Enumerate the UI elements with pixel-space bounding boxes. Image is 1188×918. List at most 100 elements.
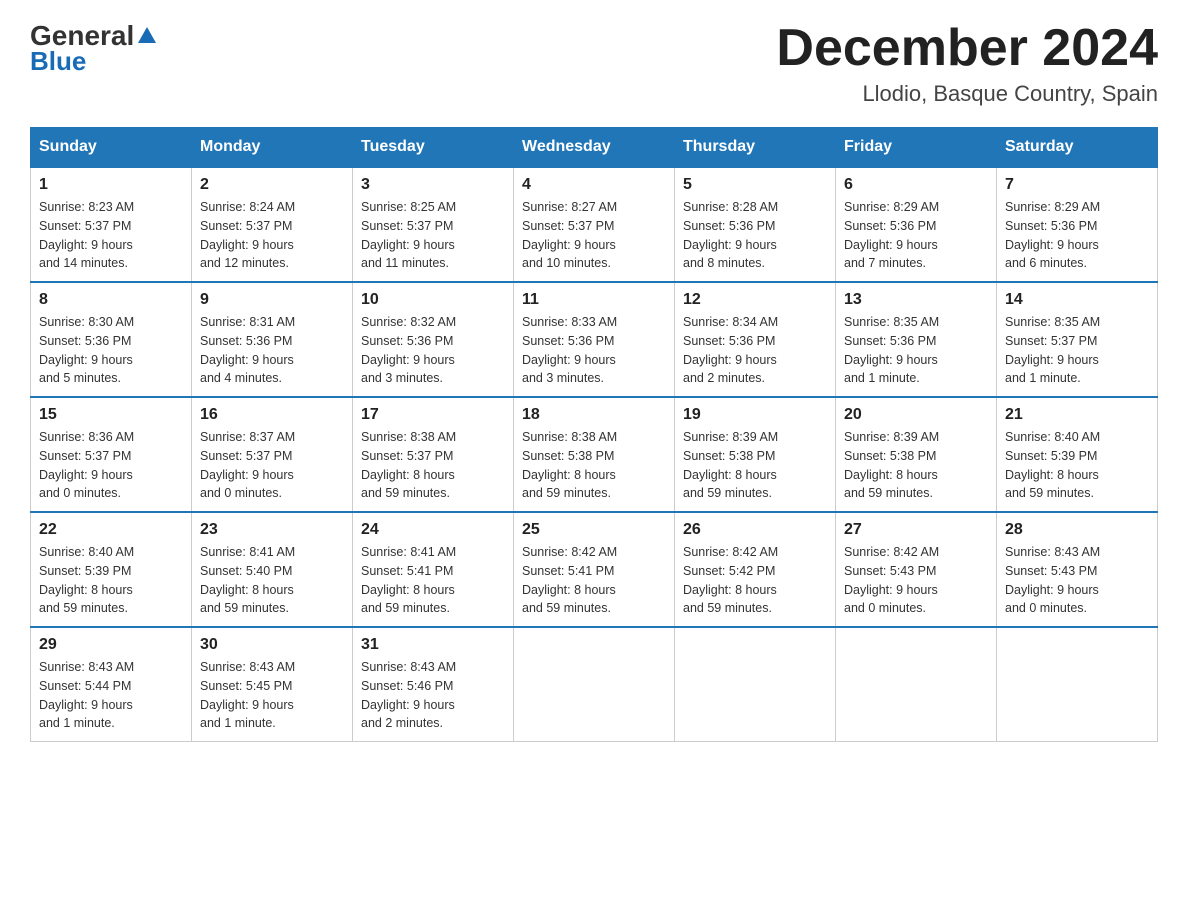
day-number: 4 (522, 176, 666, 194)
day-info: Sunrise: 8:35 AMSunset: 5:37 PMDaylight:… (1005, 313, 1149, 388)
calendar-cell: 18 Sunrise: 8:38 AMSunset: 5:38 PMDayligh… (514, 397, 675, 512)
day-number: 26 (683, 521, 827, 539)
calendar-header-row: Sunday Monday Tuesday Wednesday Thursday… (31, 128, 1158, 168)
calendar-cell: 25 Sunrise: 8:42 AMSunset: 5:41 PMDayligh… (514, 512, 675, 627)
day-info: Sunrise: 8:42 AMSunset: 5:42 PMDaylight:… (683, 543, 827, 618)
day-number: 29 (39, 636, 183, 654)
day-number: 7 (1005, 176, 1149, 194)
day-info: Sunrise: 8:30 AMSunset: 5:36 PMDaylight:… (39, 313, 183, 388)
calendar-cell: 13 Sunrise: 8:35 AMSunset: 5:36 PMDayligh… (836, 282, 997, 397)
calendar-cell: 7 Sunrise: 8:29 AMSunset: 5:36 PMDaylight… (997, 167, 1158, 282)
day-number: 27 (844, 521, 988, 539)
calendar-cell: 30Sunrise: 8:43 AMSunset: 5:45 PMDayligh… (192, 627, 353, 742)
day-info: Sunrise: 8:43 AMSunset: 5:46 PMDaylight:… (361, 658, 505, 733)
calendar-cell: 3 Sunrise: 8:25 AMSunset: 5:37 PMDaylight… (353, 167, 514, 282)
calendar-cell (675, 627, 836, 742)
day-info: Sunrise: 8:38 AMSunset: 5:38 PMDaylight:… (522, 428, 666, 503)
calendar-subtitle: Llodio, Basque Country, Spain (776, 81, 1158, 107)
day-info: Sunrise: 8:35 AMSunset: 5:36 PMDaylight:… (844, 313, 988, 388)
calendar-cell: 5 Sunrise: 8:28 AMSunset: 5:36 PMDaylight… (675, 167, 836, 282)
day-number: 2 (200, 176, 344, 194)
day-info: Sunrise: 8:38 AMSunset: 5:37 PMDaylight:… (361, 428, 505, 503)
day-number: 30 (200, 636, 344, 654)
calendar-cell (514, 627, 675, 742)
day-info: Sunrise: 8:24 AMSunset: 5:37 PMDaylight:… (200, 198, 344, 273)
calendar-week-5: 29Sunrise: 8:43 AMSunset: 5:44 PMDayligh… (31, 627, 1158, 742)
day-number: 3 (361, 176, 505, 194)
calendar-cell: 17 Sunrise: 8:38 AMSunset: 5:37 PMDayligh… (353, 397, 514, 512)
day-number: 10 (361, 291, 505, 309)
calendar-table: Sunday Monday Tuesday Wednesday Thursday… (30, 127, 1158, 742)
calendar-cell: 1Sunrise: 8:23 AMSunset: 5:37 PMDaylight… (31, 167, 192, 282)
calendar-cell: 23 Sunrise: 8:41 AMSunset: 5:40 PMDayligh… (192, 512, 353, 627)
day-info: Sunrise: 8:32 AMSunset: 5:36 PMDaylight:… (361, 313, 505, 388)
calendar-cell: 12 Sunrise: 8:34 AMSunset: 5:36 PMDayligh… (675, 282, 836, 397)
day-number: 17 (361, 406, 505, 424)
day-number: 31 (361, 636, 505, 654)
calendar-cell: 20 Sunrise: 8:39 AMSunset: 5:38 PMDayligh… (836, 397, 997, 512)
day-info: Sunrise: 8:36 AMSunset: 5:37 PMDaylight:… (39, 428, 183, 503)
day-number: 28 (1005, 521, 1149, 539)
calendar-title: December 2024 (776, 20, 1158, 77)
col-saturday: Saturday (997, 128, 1158, 168)
day-number: 11 (522, 291, 666, 309)
calendar-cell: 28 Sunrise: 8:43 AMSunset: 5:43 PMDayligh… (997, 512, 1158, 627)
calendar-cell: 19Sunrise: 8:39 AMSunset: 5:38 PMDayligh… (675, 397, 836, 512)
day-info: Sunrise: 8:33 AMSunset: 5:36 PMDaylight:… (522, 313, 666, 388)
col-sunday: Sunday (31, 128, 192, 168)
calendar-cell: 11 Sunrise: 8:33 AMSunset: 5:36 PMDayligh… (514, 282, 675, 397)
calendar-cell: 6 Sunrise: 8:29 AMSunset: 5:36 PMDaylight… (836, 167, 997, 282)
calendar-week-2: 8 Sunrise: 8:30 AMSunset: 5:36 PMDaylight… (31, 282, 1158, 397)
day-info: Sunrise: 8:42 AMSunset: 5:41 PMDaylight:… (522, 543, 666, 618)
day-info: Sunrise: 8:29 AMSunset: 5:36 PMDaylight:… (844, 198, 988, 273)
day-number: 23 (200, 521, 344, 539)
day-info: Sunrise: 8:25 AMSunset: 5:37 PMDaylight:… (361, 198, 505, 273)
day-number: 9 (200, 291, 344, 309)
day-info: Sunrise: 8:40 AMSunset: 5:39 PMDaylight:… (1005, 428, 1149, 503)
calendar-cell: 16 Sunrise: 8:37 AMSunset: 5:37 PMDayligh… (192, 397, 353, 512)
day-info: Sunrise: 8:42 AMSunset: 5:43 PMDaylight:… (844, 543, 988, 618)
calendar-cell: 21 Sunrise: 8:40 AMSunset: 5:39 PMDayligh… (997, 397, 1158, 512)
calendar-cell: 31 Sunrise: 8:43 AMSunset: 5:46 PMDayligh… (353, 627, 514, 742)
day-number: 5 (683, 176, 827, 194)
day-number: 13 (844, 291, 988, 309)
calendar-week-1: 1Sunrise: 8:23 AMSunset: 5:37 PMDaylight… (31, 167, 1158, 282)
calendar-cell: 26 Sunrise: 8:42 AMSunset: 5:42 PMDayligh… (675, 512, 836, 627)
day-info: Sunrise: 8:27 AMSunset: 5:37 PMDaylight:… (522, 198, 666, 273)
day-info: Sunrise: 8:41 AMSunset: 5:40 PMDaylight:… (200, 543, 344, 618)
logo-triangle-icon (138, 27, 156, 43)
calendar-cell: 22Sunrise: 8:40 AMSunset: 5:39 PMDayligh… (31, 512, 192, 627)
calendar-cell: 15 Sunrise: 8:36 AMSunset: 5:37 PMDayligh… (31, 397, 192, 512)
day-info: Sunrise: 8:43 AMSunset: 5:43 PMDaylight:… (1005, 543, 1149, 618)
calendar-cell: 10 Sunrise: 8:32 AMSunset: 5:36 PMDayligh… (353, 282, 514, 397)
day-number: 20 (844, 406, 988, 424)
day-info: Sunrise: 8:39 AMSunset: 5:38 PMDaylight:… (844, 428, 988, 503)
col-thursday: Thursday (675, 128, 836, 168)
day-number: 15 (39, 406, 183, 424)
day-number: 6 (844, 176, 988, 194)
day-info: Sunrise: 8:29 AMSunset: 5:36 PMDaylight:… (1005, 198, 1149, 273)
day-number: 8 (39, 291, 183, 309)
day-info: Sunrise: 8:40 AMSunset: 5:39 PMDaylight:… (39, 543, 183, 618)
day-number: 24 (361, 521, 505, 539)
day-info: Sunrise: 8:37 AMSunset: 5:37 PMDaylight:… (200, 428, 344, 503)
calendar-week-4: 22Sunrise: 8:40 AMSunset: 5:39 PMDayligh… (31, 512, 1158, 627)
day-number: 21 (1005, 406, 1149, 424)
day-number: 12 (683, 291, 827, 309)
calendar-cell: 24Sunrise: 8:41 AMSunset: 5:41 PMDayligh… (353, 512, 514, 627)
day-info: Sunrise: 8:34 AMSunset: 5:36 PMDaylight:… (683, 313, 827, 388)
title-area: December 2024 Llodio, Basque Country, Sp… (776, 20, 1158, 107)
calendar-cell (997, 627, 1158, 742)
col-wednesday: Wednesday (514, 128, 675, 168)
col-monday: Monday (192, 128, 353, 168)
col-tuesday: Tuesday (353, 128, 514, 168)
day-info: Sunrise: 8:23 AMSunset: 5:37 PMDaylight:… (39, 198, 183, 273)
day-info: Sunrise: 8:28 AMSunset: 5:36 PMDaylight:… (683, 198, 827, 273)
calendar-cell: 8 Sunrise: 8:30 AMSunset: 5:36 PMDaylight… (31, 282, 192, 397)
calendar-cell: 9Sunrise: 8:31 AMSunset: 5:36 PMDaylight… (192, 282, 353, 397)
day-number: 25 (522, 521, 666, 539)
day-number: 16 (200, 406, 344, 424)
calendar-cell: 2 Sunrise: 8:24 AMSunset: 5:37 PMDaylight… (192, 167, 353, 282)
col-friday: Friday (836, 128, 997, 168)
day-number: 18 (522, 406, 666, 424)
